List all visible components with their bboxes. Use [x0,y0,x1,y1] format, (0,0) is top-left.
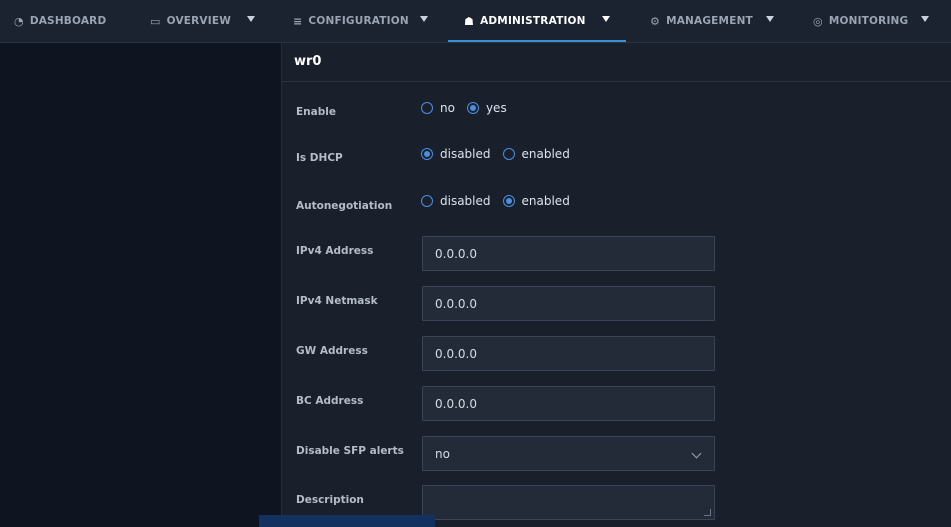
description-textarea[interactable] [422,485,715,520]
monitoring-dropdown-caret-icon[interactable] [921,16,929,22]
sliders-icon: ≡ [293,14,303,28]
nav-tab-label: MANAGEMENT [666,15,753,27]
top-navigation: ◔ DASHBOARD ▭ OVERVIEW ≡ CONFIGURATION ☗… [0,0,951,43]
ipv4-netmask-label: IPv4 Netmask [296,295,378,307]
ipv4-address-input[interactable]: 0.0.0.0 [422,236,715,271]
bc-address-input[interactable]: 0.0.0.0 [422,386,715,421]
enable-option-no[interactable]: no [421,101,455,115]
gw-address-label: GW Address [296,345,368,357]
radio-label: yes [485,101,507,115]
nav-tab-label: DASHBOARD [29,15,107,27]
chevron-down-icon [691,448,702,459]
nav-tab-label: CONFIGURATION [308,15,409,27]
is-dhcp-label: Is DHCP [296,152,343,164]
bc-address-label: BC Address [296,395,364,407]
radio-label: disabled [440,194,491,208]
description-label: Description [296,494,364,506]
select-value: no [435,446,450,461]
radio-unchecked[interactable] [502,148,515,160]
nav-tab-configuration[interactable]: ≡ CONFIGURATION [293,0,409,42]
autonegotiation-radio-group: disabled enabled [421,194,582,208]
enable-radio-group: no yes [421,101,519,115]
disable-sfp-alerts-select[interactable]: no [422,436,715,471]
ipv4-address-label: IPv4 Address [296,245,374,257]
users-icon: ☗ [464,14,475,28]
monitor-icon: ▭ [150,14,161,28]
radio-label: enabled [521,147,570,161]
nav-tab-label: ADMINISTRATION [480,15,586,27]
administration-dropdown-caret-icon[interactable] [602,16,610,22]
radio-label: disabled [440,147,491,161]
radio-label: enabled [521,194,570,208]
autoneg-option-enabled[interactable]: enabled [502,194,570,208]
radio-checked[interactable] [502,195,515,207]
autoneg-option-disabled[interactable]: disabled [421,194,491,208]
radio-unchecked[interactable] [421,195,433,207]
dashboard-icon: ◔ [14,14,24,28]
nav-tab-overview[interactable]: ▭ OVERVIEW [150,0,231,42]
resize-grip-icon[interactable] [704,509,711,516]
nav-tab-management[interactable]: ⚙ MANAGEMENT [650,0,753,42]
nav-tab-label: OVERVIEW [166,15,232,27]
management-dropdown-caret-icon[interactable] [766,16,774,22]
gear-icon: ⚙ [650,14,661,28]
nav-tab-dashboard[interactable]: ◔ DASHBOARD [14,0,106,42]
gw-address-input[interactable]: 0.0.0.0 [422,336,715,371]
is-dhcp-radio-group: disabled enabled [421,147,582,161]
enable-label: Enable [296,106,336,118]
ipv4-netmask-input[interactable]: 0.0.0.0 [422,286,715,321]
autonegotiation-label: Autonegotiation [296,200,393,212]
radio-label: no [440,101,455,115]
panel-title: wr0 [294,54,322,69]
radio-checked[interactable] [421,148,433,160]
eye-icon: ◎ [813,14,823,28]
nav-tab-administration[interactable]: ☗ ADMINISTRATION [448,0,626,42]
overview-dropdown-caret-icon[interactable] [247,16,255,22]
panel-header: wr0 [282,43,951,82]
nav-tab-label: MONITORING [828,15,909,27]
is-dhcp-option-disabled[interactable]: disabled [421,147,491,161]
left-sidebar [0,43,281,527]
nav-tab-monitoring[interactable]: ◎ MONITORING [813,0,908,42]
disable-sfp-alerts-label: Disable SFP alerts [296,445,404,457]
radio-unchecked[interactable] [421,102,433,114]
interface-settings-panel: wr0 Enable no yes Is DHCP disabled enabl… [281,43,951,527]
bottom-action-bar[interactable] [259,515,435,527]
enable-option-yes[interactable]: yes [466,101,507,115]
radio-checked[interactable] [466,102,479,114]
is-dhcp-option-enabled[interactable]: enabled [502,147,570,161]
configuration-dropdown-caret-icon[interactable] [420,16,428,22]
